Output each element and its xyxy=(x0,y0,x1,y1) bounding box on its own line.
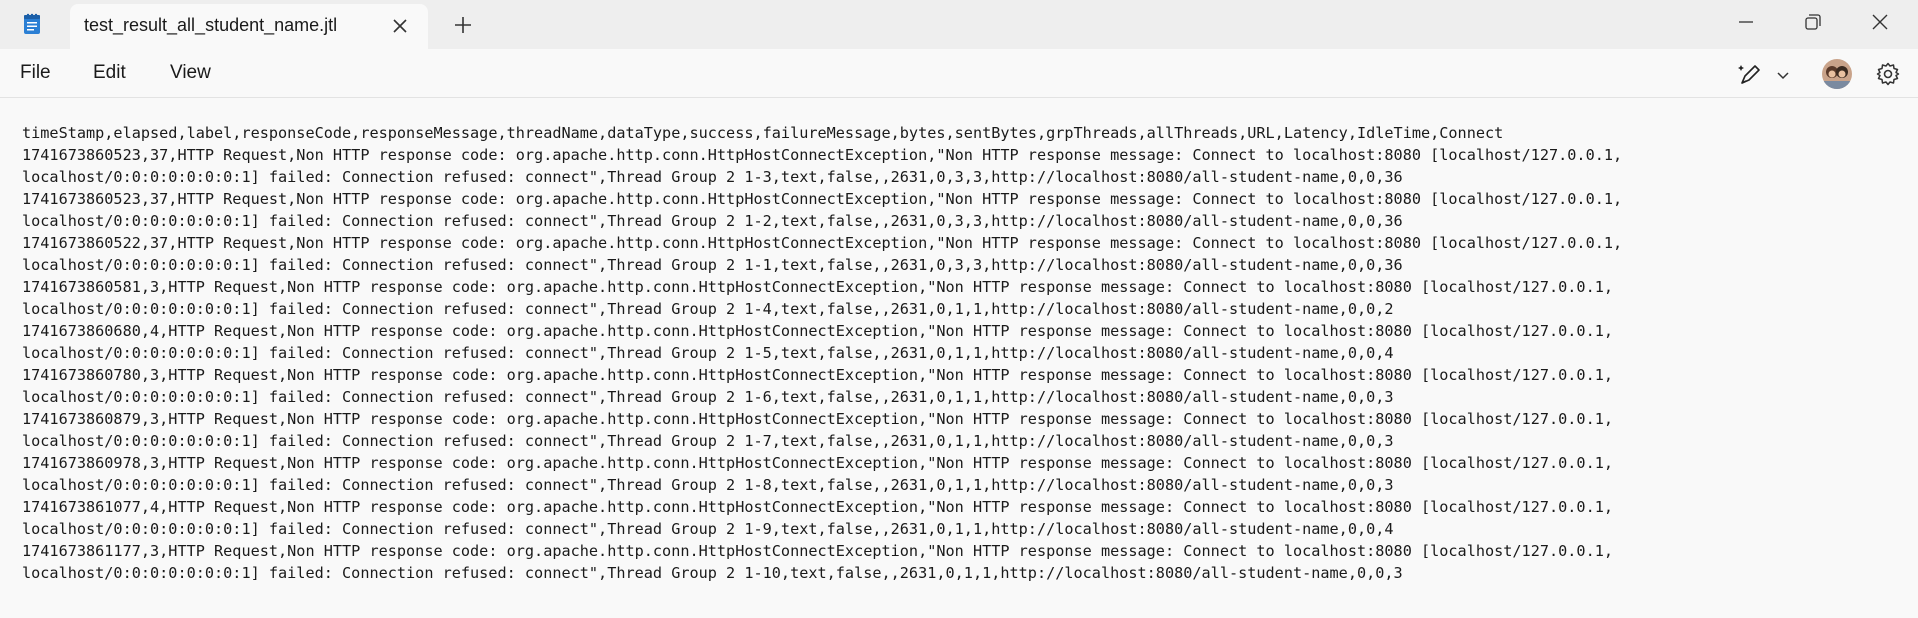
copilot-button[interactable] xyxy=(1733,60,1793,90)
minimize-icon xyxy=(1739,21,1753,23)
text-line: timeStamp,elapsed,label,responseCode,res… xyxy=(22,124,1504,142)
document-content[interactable]: timeStamp,elapsed,label,responseCode,res… xyxy=(22,122,1622,584)
text-line: localhost/0:0:0:0:0:0:0:1] failed: Conne… xyxy=(22,388,1394,406)
text-editor[interactable]: timeStamp,elapsed,label,responseCode,res… xyxy=(0,99,1918,618)
menu-edit[interactable]: Edit xyxy=(93,62,126,84)
close-tab-icon[interactable] xyxy=(388,14,412,38)
text-line: localhost/0:0:0:0:0:0:0:1] failed: Conne… xyxy=(22,344,1394,362)
menu-bar: File Edit View xyxy=(0,49,1918,98)
text-line: localhost/0:0:0:0:0:0:0:1] failed: Conne… xyxy=(22,300,1394,318)
text-line: 1741673860522,37,HTTP Request,Non HTTP r… xyxy=(22,234,1623,252)
copilot-pen-icon xyxy=(1738,65,1760,84)
text-line: 1741673860680,4,HTTP Request,Non HTTP re… xyxy=(22,322,1613,340)
text-line: 1741673860780,3,HTTP Request,Non HTTP re… xyxy=(22,366,1613,384)
menu-file[interactable]: File xyxy=(20,62,51,84)
avatar[interactable] xyxy=(1822,59,1852,89)
title-bar: test_result_all_student_name.jtl xyxy=(0,0,1918,49)
restore-button[interactable] xyxy=(1785,0,1841,44)
text-line: localhost/0:0:0:0:0:0:0:1] failed: Conne… xyxy=(22,168,1403,186)
minimize-button[interactable] xyxy=(1718,0,1774,44)
text-line: localhost/0:0:0:0:0:0:0:1] failed: Conne… xyxy=(22,432,1394,450)
text-line: localhost/0:0:0:0:0:0:0:1] failed: Conne… xyxy=(22,520,1394,538)
text-line: 1741673860581,3,HTTP Request,Non HTTP re… xyxy=(22,278,1613,296)
text-line: 1741673861077,4,HTTP Request,Non HTTP re… xyxy=(22,498,1613,516)
text-line: 1741673860879,3,HTTP Request,Non HTTP re… xyxy=(22,410,1613,428)
text-line: localhost/0:0:0:0:0:0:0:1] failed: Conne… xyxy=(22,212,1403,230)
close-icon xyxy=(1872,14,1888,30)
text-line: 1741673860978,3,HTTP Request,Non HTTP re… xyxy=(22,454,1613,472)
text-line: 1741673860523,37,HTTP Request,Non HTTP r… xyxy=(22,146,1623,164)
text-line: localhost/0:0:0:0:0:0:0:1] failed: Conne… xyxy=(22,256,1403,274)
menu-view[interactable]: View xyxy=(170,62,211,84)
text-line: 1741673861177,3,HTTP Request,Non HTTP re… xyxy=(22,542,1613,560)
gear-icon xyxy=(1876,62,1900,86)
text-line: 1741673860523,37,HTTP Request,Non HTTP r… xyxy=(22,190,1623,208)
notepad-icon xyxy=(20,12,44,36)
settings-button[interactable] xyxy=(1875,61,1901,87)
new-tab-plus-icon[interactable] xyxy=(451,13,475,37)
text-line: localhost/0:0:0:0:0:0:0:1] failed: Conne… xyxy=(22,564,1403,582)
tab-document[interactable]: test_result_all_student_name.jtl xyxy=(70,4,428,49)
chevron-down-icon xyxy=(1777,72,1789,80)
close-window-button[interactable] xyxy=(1852,0,1908,44)
restore-icon xyxy=(1805,14,1821,30)
text-line: localhost/0:0:0:0:0:0:0:1] failed: Conne… xyxy=(22,476,1394,494)
tab-title: test_result_all_student_name.jtl xyxy=(84,15,338,35)
